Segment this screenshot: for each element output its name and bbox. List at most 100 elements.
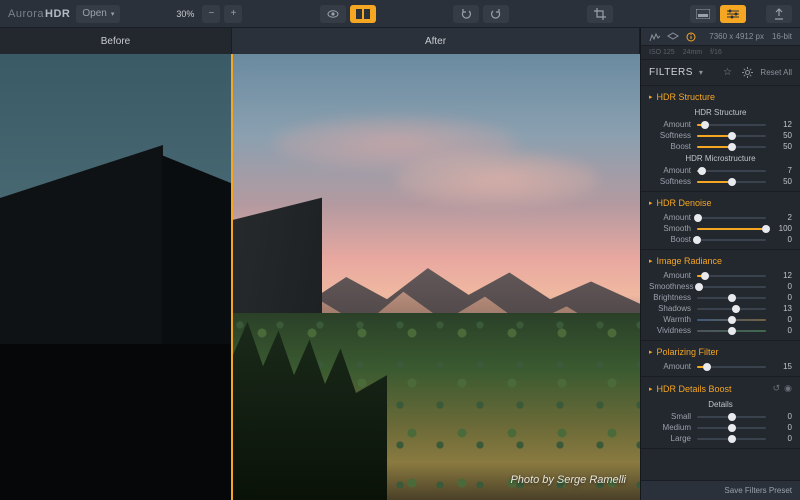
undo-button[interactable] bbox=[453, 5, 479, 23]
save-preset-button[interactable]: Save Filters Preset bbox=[724, 486, 792, 495]
redo-button[interactable] bbox=[483, 5, 509, 23]
star-favorites-icon[interactable]: ☆ bbox=[720, 66, 734, 80]
slider-track[interactable] bbox=[697, 143, 766, 151]
slider-track[interactable] bbox=[697, 225, 766, 233]
reset-section-icon[interactable]: ↺ bbox=[773, 383, 781, 394]
slider-knob[interactable] bbox=[728, 143, 736, 151]
slider-value: 0 bbox=[772, 412, 792, 421]
slider-track[interactable] bbox=[697, 272, 766, 280]
compare-view-button[interactable] bbox=[350, 5, 376, 23]
filter-section-name: HDR Denoise bbox=[657, 198, 712, 208]
slider-track[interactable] bbox=[697, 363, 766, 371]
slider-knob[interactable] bbox=[693, 236, 701, 244]
filter-section-name: Polarizing Filter bbox=[657, 347, 719, 357]
filters-panel-head: FILTERS ▾ ☆ Reset All bbox=[641, 60, 800, 86]
slider-knob[interactable] bbox=[728, 132, 736, 140]
slider-track[interactable] bbox=[697, 327, 766, 335]
app-window: AuroraHDR Open ▾ 30% − + bbox=[0, 0, 800, 500]
exif-iso: ISO 125 bbox=[649, 49, 675, 56]
slider-track[interactable] bbox=[697, 294, 766, 302]
compare-divider[interactable] bbox=[231, 54, 233, 500]
disclosure-triangle-icon: ▸ bbox=[649, 385, 653, 393]
presets-panel-button[interactable] bbox=[690, 5, 716, 23]
crop-button[interactable] bbox=[587, 5, 613, 23]
filter-section-header[interactable]: ▸ HDR Denoise bbox=[641, 192, 800, 212]
slider-knob[interactable] bbox=[728, 178, 736, 186]
filter-section-name: HDR Details Boost bbox=[657, 384, 732, 394]
slider-row: Amount 2 bbox=[641, 212, 800, 223]
histogram-icon[interactable] bbox=[649, 31, 661, 43]
slider-knob[interactable] bbox=[728, 294, 736, 302]
slider-label: Small bbox=[649, 412, 691, 421]
slider-label: Warmth bbox=[649, 315, 691, 324]
slider-label: Smooth bbox=[649, 224, 691, 233]
slider-row: Large 0 bbox=[641, 433, 800, 444]
slider-track[interactable] bbox=[697, 132, 766, 140]
slider-row: Brightness 0 bbox=[641, 292, 800, 303]
exif-aperture: f/16 bbox=[710, 49, 722, 56]
slider-knob[interactable] bbox=[728, 424, 736, 432]
filter-section-header[interactable]: ▸ Polarizing Filter bbox=[641, 341, 800, 361]
image-canvas[interactable]: Photo by Serge Ramelli bbox=[0, 54, 640, 500]
slider-knob[interactable] bbox=[728, 327, 736, 335]
filter-section-header[interactable]: ▸ HDR Details Boost ↺ ◉ bbox=[641, 377, 800, 398]
slider-track[interactable] bbox=[697, 413, 766, 421]
filters-panel-button[interactable] bbox=[720, 5, 746, 23]
right-panel: 7360 x 4912 px 16-bit ISO 125 24mm f/16 … bbox=[640, 28, 800, 500]
slider-knob[interactable] bbox=[698, 167, 706, 175]
slider-label: Amount bbox=[649, 166, 691, 175]
slider-label: Smoothness bbox=[649, 282, 693, 291]
export-button[interactable] bbox=[766, 5, 792, 23]
filter-section: ▸ Image Radiance Amount 12Smoothness 0Br… bbox=[641, 250, 800, 341]
slider-label: Vividness bbox=[649, 326, 691, 335]
filter-section: ▸ Polarizing Filter Amount 15 bbox=[641, 341, 800, 377]
view-mode-group bbox=[320, 5, 376, 23]
slider-value: 100 bbox=[772, 224, 792, 233]
filters-list: ▸ HDR Structure HDR StructureAmount 12So… bbox=[641, 86, 800, 480]
filter-section-header[interactable]: ▸ Image Radiance bbox=[641, 250, 800, 270]
filter-section-header[interactable]: ▸ HDR Structure bbox=[641, 86, 800, 106]
slider-track[interactable] bbox=[697, 178, 766, 186]
slider-row: Smoothness 0 bbox=[641, 281, 800, 292]
slider-knob[interactable] bbox=[762, 225, 770, 233]
zoom-value[interactable]: 30% bbox=[172, 9, 198, 19]
zoom-in-button[interactable]: + bbox=[224, 5, 242, 23]
slider-knob[interactable] bbox=[728, 435, 736, 443]
slider-row: Amount 12 bbox=[641, 119, 800, 130]
slider-track[interactable] bbox=[697, 236, 766, 244]
slider-knob[interactable] bbox=[701, 121, 709, 129]
filters-title[interactable]: FILTERS bbox=[649, 67, 693, 78]
slider-value: 12 bbox=[772, 120, 792, 129]
slider-knob[interactable] bbox=[728, 413, 736, 421]
top-toolbar: AuroraHDR Open ▾ 30% − + bbox=[0, 0, 800, 28]
slider-knob[interactable] bbox=[728, 316, 736, 324]
slider-track[interactable] bbox=[697, 424, 766, 432]
gear-icon[interactable] bbox=[740, 66, 754, 80]
slider-knob[interactable] bbox=[703, 363, 711, 371]
slider-knob[interactable] bbox=[732, 305, 740, 313]
slider-track[interactable] bbox=[697, 121, 766, 129]
slider-knob[interactable] bbox=[694, 214, 702, 222]
slider-knob[interactable] bbox=[701, 272, 709, 280]
slider-track[interactable] bbox=[699, 283, 766, 291]
slider-value: 7 bbox=[772, 166, 792, 175]
layers-meta-icon[interactable] bbox=[667, 31, 679, 43]
info-icon[interactable] bbox=[685, 31, 697, 43]
slider-track[interactable] bbox=[697, 435, 766, 443]
slider-track[interactable] bbox=[697, 305, 766, 313]
visibility-icon[interactable]: ◉ bbox=[784, 383, 792, 394]
preview-original-button[interactable] bbox=[320, 5, 346, 23]
open-button[interactable]: Open ▾ bbox=[76, 5, 120, 23]
zoom-out-button[interactable]: − bbox=[202, 5, 220, 23]
slider-row: Vividness 0 bbox=[641, 325, 800, 336]
reset-all-button[interactable]: Reset All bbox=[760, 68, 792, 77]
filter-subhead: HDR Microstructure bbox=[641, 152, 800, 165]
slider-track[interactable] bbox=[697, 167, 766, 175]
slider-label: Amount bbox=[649, 213, 691, 222]
slider-track[interactable] bbox=[697, 316, 766, 324]
slider-value: 0 bbox=[772, 423, 792, 432]
slider-track[interactable] bbox=[697, 214, 766, 222]
slider-label: Boost bbox=[649, 142, 691, 151]
eye-icon bbox=[327, 9, 339, 19]
slider-knob[interactable] bbox=[695, 283, 703, 291]
